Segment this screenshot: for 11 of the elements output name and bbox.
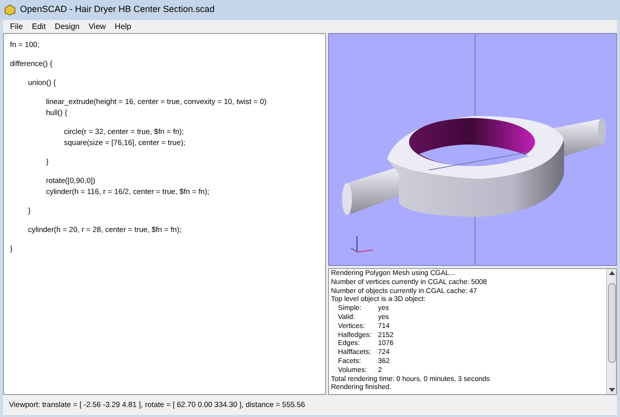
menu-item[interactable]: File [10, 20, 23, 32]
menu-item[interactable]: Design [54, 20, 80, 32]
app-logo-icon [4, 4, 16, 16]
window-title: OpenSCAD - Hair Dryer HB Center Section.scad [20, 3, 215, 16]
menu-item[interactable]: Edit [32, 20, 46, 32]
scrollbar[interactable] [606, 269, 616, 394]
menu-item[interactable]: Help [114, 20, 132, 32]
menu-item[interactable]: View [88, 20, 106, 32]
scrollbar-thumb[interactable] [608, 283, 616, 363]
scroll-up-icon[interactable] [608, 271, 614, 275]
scroll-down-icon[interactable] [608, 388, 614, 392]
